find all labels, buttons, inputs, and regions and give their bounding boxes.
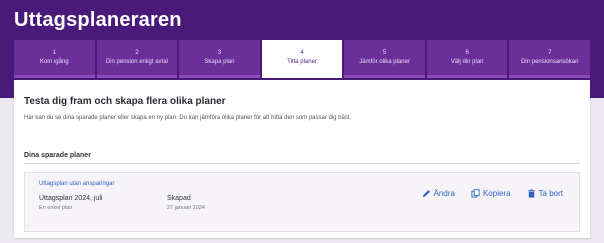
plan-link[interactable]: Uttagsplan utan ansparingar — [39, 181, 114, 187]
saved-plans-label: Dina sparade planer — [24, 152, 91, 159]
main-card: Testa dig fram och skapa flera olika pla… — [14, 80, 590, 238]
step-1[interactable]: 1 Kom igång — [14, 40, 95, 78]
step-label: Titta planer — [287, 58, 317, 65]
step-2[interactable]: 2 Din pension enligt avtal — [96, 40, 178, 78]
copy-icon — [471, 189, 480, 198]
page-description: Här kan du se dina sparade planer eller … — [24, 115, 352, 121]
step-navigation: 1 Kom igång 2 Din pension enligt avtal 3… — [14, 40, 591, 78]
step-5[interactable]: 5 Jämför olika planer — [344, 40, 425, 78]
copy-label: Kopiera — [482, 189, 511, 198]
copy-button[interactable]: Kopiera — [471, 189, 511, 198]
plan-subtitle: En enkel plan — [39, 205, 73, 211]
step-number: 2 — [135, 49, 139, 56]
page-heading: Testa dig fram och skapa flera olika pla… — [24, 96, 226, 107]
plan-date: 27 januari 2024 — [167, 205, 205, 211]
step-label: Din pensionsansökan — [521, 58, 579, 65]
plan-status: Skapad — [167, 195, 191, 202]
step-number: 3 — [217, 49, 222, 56]
step-label: Din pension enligt avtal — [105, 58, 168, 65]
step-label: Välj din plan — [450, 58, 484, 65]
plan-name: Uttagsplan 2024, juli — [39, 195, 103, 202]
edit-button[interactable]: Ändra — [422, 189, 455, 198]
step-number: 4 — [300, 49, 304, 56]
step-number: 7 — [548, 49, 552, 56]
step-6[interactable]: 6 Välj din plan — [426, 40, 508, 78]
plan-actions: Ändra Kopiera Ta bort — [422, 189, 579, 198]
delete-button[interactable]: Ta bort — [527, 189, 563, 198]
step-label: Skapa plan — [204, 58, 235, 65]
trash-icon — [527, 189, 536, 198]
delete-label: Ta bort — [538, 189, 563, 198]
step-3[interactable]: 3 Skapa plan — [179, 40, 260, 78]
pencil-icon — [422, 189, 431, 198]
step-label: Kom igång — [39, 58, 69, 65]
step-number: 5 — [382, 49, 387, 56]
app-title: Uttagsplaneraren — [14, 9, 182, 31]
step-label: Jämför olika planer — [359, 58, 410, 65]
step-7[interactable]: 7 Din pensionsansökan — [509, 40, 591, 78]
divider — [24, 163, 580, 164]
saved-plan-row: Uttagsplan utan ansparingar Uttagsplan 2… — [24, 172, 580, 232]
step-4-active[interactable]: 4 Titta planer — [261, 40, 343, 78]
step-number: 6 — [465, 49, 469, 56]
step-number: 1 — [52, 49, 56, 56]
edit-label: Ändra — [433, 189, 455, 198]
